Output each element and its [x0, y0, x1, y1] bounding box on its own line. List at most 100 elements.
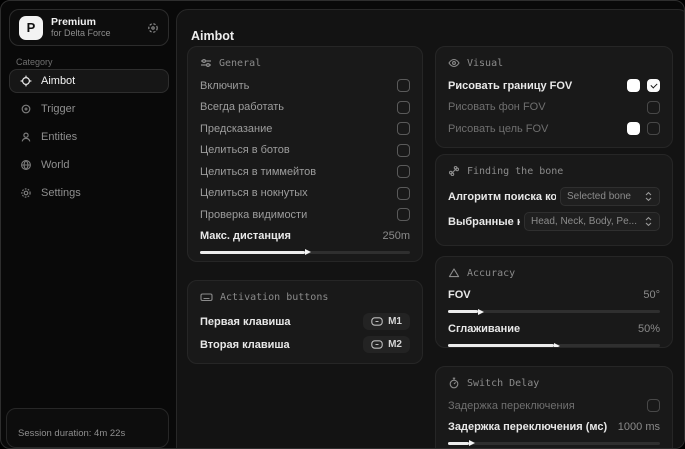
main-panel: Aimbot General Включить Всегда работать …: [176, 9, 684, 448]
section-title: General: [219, 57, 262, 69]
checkbox-draw-fov-target[interactable]: [647, 122, 660, 135]
smoothing-slider[interactable]: [448, 344, 660, 347]
slider-fill: [448, 344, 554, 347]
slider-value: 250m: [382, 229, 410, 242]
visual-label: Рисовать фон FOV: [448, 101, 546, 113]
sidebar-item-aimbot[interactable]: Aimbot: [9, 69, 169, 93]
chevrons-updown-icon: [644, 216, 653, 227]
section-header: Accuracy: [448, 267, 660, 279]
brand-logo: P: [19, 15, 43, 40]
checkbox-target-bots[interactable]: [397, 143, 410, 157]
toggle-label: Целиться в ботов: [200, 144, 290, 156]
section-activation-buttons: Activation buttons Первая клавиша M1 Вто…: [187, 280, 423, 364]
chevrons-updown-icon: [644, 191, 653, 202]
mouse-icon: [371, 317, 383, 326]
checkbox-prediction[interactable]: [397, 122, 410, 135]
select-value: Head, Neck, Body, Pe...: [531, 216, 637, 227]
slider-label: Задержка переключения (мс): [448, 420, 608, 433]
sidebar-item-label: Settings: [41, 187, 81, 199]
sidebar-item-label: Trigger: [41, 103, 76, 115]
section-header: General: [200, 57, 410, 69]
session-card: Session duration: 4m 22s: [6, 408, 169, 448]
session-duration: Session duration: 4m 22s: [18, 428, 126, 439]
visual-row: Рисовать границу FOV: [448, 79, 660, 92]
switch-delay-slider[interactable]: [448, 441, 660, 445]
brand-title: Premium: [51, 16, 96, 28]
checkbox-visibility-check[interactable]: [397, 208, 410, 221]
slider-value: 1000 ms: [617, 420, 660, 433]
entities-icon: [20, 131, 32, 143]
checkbox-enable[interactable]: [397, 79, 410, 92]
section-finding-bone: Finding the bone Алгоритм поиска кост Se…: [435, 154, 673, 246]
app-window: P Premium for Delta Force Category Aimbo…: [0, 0, 685, 449]
keyboard-icon: [200, 291, 213, 303]
sidebar-item-world[interactable]: World: [9, 153, 169, 177]
section-title: Visual: [467, 57, 504, 69]
slider-fill: [200, 250, 305, 254]
color-swatch[interactable]: [627, 79, 640, 92]
sidebar: P Premium for Delta Force Category Aimbo…: [1, 1, 176, 448]
checkbox-draw-fov-background[interactable]: [647, 100, 660, 114]
sidebar-item-label: World: [41, 159, 70, 171]
selected-bones-select[interactable]: Head, Neck, Body, Pe...: [524, 212, 660, 231]
slider-fill: [448, 310, 478, 313]
slider-fill: [448, 441, 470, 445]
bone-icon: [448, 165, 460, 177]
max-distance-slider[interactable]: [200, 250, 410, 254]
checkbox-switch-delay[interactable]: [647, 399, 660, 412]
keybind-label: Вторая клавиша: [200, 338, 290, 351]
brand-card[interactable]: P Premium for Delta Force: [9, 9, 169, 46]
keybind-button-primary[interactable]: M1: [363, 313, 410, 330]
keybind-row: Вторая клавиша M2: [200, 336, 410, 353]
sidebar-item-trigger[interactable]: Trigger: [9, 97, 169, 121]
toggle-row: Целиться в ботов: [200, 143, 410, 157]
toggle-row: Предсказание: [200, 122, 410, 135]
gear-icon: [20, 187, 32, 199]
mouse-icon: [371, 340, 383, 349]
visual-label: Рисовать цель FOV: [448, 122, 549, 135]
bone-label: Выбранные кос: [448, 215, 520, 228]
toggle-label: Проверка видимости: [200, 208, 308, 221]
bone-row: Алгоритм поиска кост Selected bone: [448, 187, 660, 206]
toggle-row: Задержка переключения: [448, 399, 660, 412]
checkbox-always-work[interactable]: [397, 100, 410, 114]
fov-slider[interactable]: [448, 310, 660, 313]
toggle-row: Всегда работать: [200, 100, 410, 114]
sidebar-item-entities[interactable]: Entities: [9, 125, 169, 149]
section-visual: Visual Рисовать границу FOV Рисовать фон…: [435, 46, 673, 148]
slider-caption: Макс. дистанция 250m: [200, 230, 410, 242]
toggle-label: Целиться в нокнутых: [200, 187, 308, 199]
keybind-label: Первая клавиша: [200, 315, 291, 328]
slider-caption: FOV 50°: [448, 289, 660, 301]
globe-icon: [20, 159, 32, 171]
page-title: Aimbot: [191, 29, 235, 43]
toggle-label: Включить: [200, 79, 250, 92]
triangle-icon: [448, 267, 460, 279]
keybind-button-secondary[interactable]: M2: [363, 336, 410, 353]
bone-algorithm-select[interactable]: Selected bone: [560, 187, 660, 206]
section-title: Finding the bone: [467, 165, 564, 177]
section-header: Activation buttons: [200, 291, 410, 303]
crosshair-icon: [20, 75, 32, 87]
brand-subtitle: for Delta Force: [51, 28, 111, 38]
visual-label: Рисовать границу FOV: [448, 79, 573, 92]
sidebar-nav: Aimbot Trigger Entities World Settings: [9, 69, 169, 209]
stopwatch-icon: [448, 377, 460, 389]
category-label: Category: [16, 57, 53, 67]
keybind-row: Первая клавиша M1: [200, 313, 410, 330]
keybind-key: M2: [388, 339, 402, 350]
slider-label: FOV: [448, 289, 471, 301]
checkbox-target-teammates[interactable]: [397, 165, 410, 178]
sync-icon[interactable]: [147, 22, 159, 34]
color-swatch[interactable]: [627, 122, 640, 135]
checkbox-target-knocked[interactable]: [397, 186, 410, 200]
section-switch-delay: Switch Delay Задержка переключения Задер…: [435, 366, 673, 448]
checkbox-draw-fov-border[interactable]: [647, 79, 660, 92]
slider-value: 50%: [637, 323, 660, 335]
bone-label: Алгоритм поиска кост: [448, 190, 556, 203]
tune-icon: [200, 57, 212, 69]
visual-row: Рисовать цель FOV: [448, 122, 660, 135]
toggle-row: Включить: [200, 79, 410, 92]
sidebar-item-settings[interactable]: Settings: [9, 181, 169, 205]
section-title: Switch Delay: [467, 377, 540, 389]
